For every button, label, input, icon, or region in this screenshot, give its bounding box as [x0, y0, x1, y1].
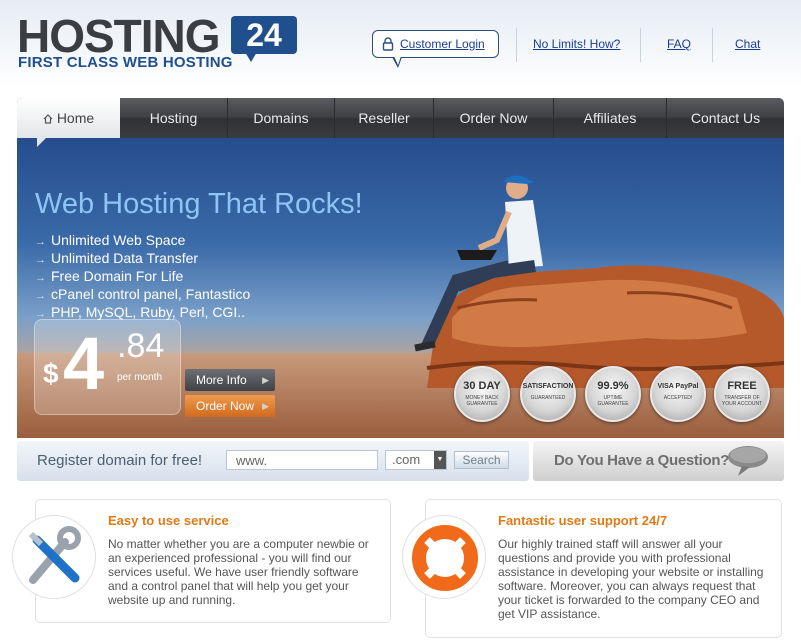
domain-search-bar: Register domain for free! .com ▼ Search: [17, 441, 529, 481]
price-period: per month: [117, 372, 163, 383]
question-banner[interactable]: Do You Have a Question?: [533, 441, 784, 481]
divider: [516, 28, 517, 62]
chevron-down-icon: ▼: [434, 451, 446, 469]
lock-icon: [382, 37, 394, 51]
hero-illustration: [414, 175, 784, 388]
lifebuoy-icon-circle: [402, 515, 486, 599]
login-box-tail-inner: [394, 56, 401, 65]
divider: [712, 28, 713, 62]
price-currency: $: [43, 358, 59, 389]
home-icon: [43, 114, 53, 124]
faq-link[interactable]: FAQ: [667, 37, 691, 51]
list-item: → Free Domain For Life: [35, 268, 184, 284]
main-navigation: Home Hosting Domains Reseller Order Now …: [17, 98, 784, 138]
arrow-right-icon: →: [35, 272, 46, 284]
chat-bubble-icon: [728, 446, 768, 476]
arrow-right-icon: →: [35, 236, 46, 248]
nav-item-contact-us[interactable]: Contact Us: [666, 98, 784, 138]
list-item: → cPanel control panel, Fantastico: [35, 286, 251, 302]
nav-item-domains[interactable]: Domains: [227, 98, 334, 138]
nav-item-order-now[interactable]: Order Now: [433, 98, 553, 138]
tld-select[interactable]: .com ▼: [385, 450, 447, 470]
play-arrow-icon: ▶: [262, 375, 269, 385]
free-transfer-badge: FREE TRANSFER OF YOUR ACCOUNT: [714, 366, 770, 422]
list-item: → Unlimited Web Space: [35, 232, 186, 248]
uptime-badge: 99.9% UPTIME GUARANTEE: [585, 366, 641, 422]
nav-item-label: Home: [56, 110, 95, 126]
nav-item-home[interactable]: Home: [17, 98, 120, 138]
satisfaction-badge: SATISFACTION GUARANTEED: [520, 366, 576, 422]
site-logo[interactable]: HOSTING 24 FIRST CLASS WEB HOSTING: [17, 10, 297, 71]
play-arrow-icon: ▶: [262, 401, 269, 411]
domain-input[interactable]: [226, 450, 378, 470]
no-limits-link[interactable]: No Limits! How?: [533, 37, 620, 51]
tools-icon-circle: [12, 515, 96, 599]
tld-selected-value: .com: [392, 452, 421, 467]
more-info-button[interactable]: More Info ▶: [185, 369, 275, 391]
customer-login-link[interactable]: Customer Login: [400, 37, 485, 51]
support-text: Our highly trained staff will answer all…: [498, 537, 764, 621]
hero-banner: Web Hosting That Rocks! → Unlimited Web S…: [17, 138, 784, 438]
logo-tagline: FIRST CLASS WEB HOSTING: [18, 54, 233, 71]
question-label: Do You Have a Question?: [554, 452, 730, 469]
tools-icon: [28, 526, 81, 584]
domain-search-button[interactable]: Search: [454, 451, 509, 469]
logo-word: HOSTING: [17, 10, 221, 62]
money-back-badge: 30 DAY MONEY BACK GUARANTEE: [454, 366, 510, 422]
nav-item-hosting[interactable]: Hosting: [120, 98, 227, 138]
hero-title: Web Hosting That Rocks!: [35, 188, 363, 220]
arrow-right-icon: →: [35, 254, 46, 266]
price-box: $ 4 .84 per month: [34, 319, 181, 415]
logo-badge-tail: [245, 52, 257, 62]
easy-service-text: No matter whether you are a computer new…: [108, 537, 369, 607]
chat-link[interactable]: Chat: [735, 37, 760, 51]
nav-item-reseller[interactable]: Reseller: [334, 98, 433, 138]
order-now-button[interactable]: Order Now ▶: [185, 395, 275, 417]
customer-login-box[interactable]: Customer Login: [372, 30, 499, 58]
logo-badge: 24: [231, 16, 297, 54]
price-cents: .84: [117, 327, 165, 365]
price-integer: 4: [63, 322, 105, 405]
support-title: Fantastic user support 24/7: [498, 513, 668, 528]
nav-item-affiliates[interactable]: Affiliates: [553, 98, 666, 138]
easy-service-title: Easy to use service: [108, 513, 229, 528]
divider: [640, 28, 641, 62]
lifebuoy-icon: [412, 525, 478, 591]
nav-home-pointer: [37, 138, 46, 147]
hero-feature-list: → Unlimited Web Space → Unlimited Data Tra…: [35, 232, 250, 322]
domain-label: Register domain for free!: [37, 452, 203, 469]
payment-badge: VISA PayPal ACCEPTED!: [650, 366, 706, 422]
arrow-right-icon: →: [35, 290, 46, 302]
list-item: → Unlimited Data Transfer: [35, 250, 199, 266]
